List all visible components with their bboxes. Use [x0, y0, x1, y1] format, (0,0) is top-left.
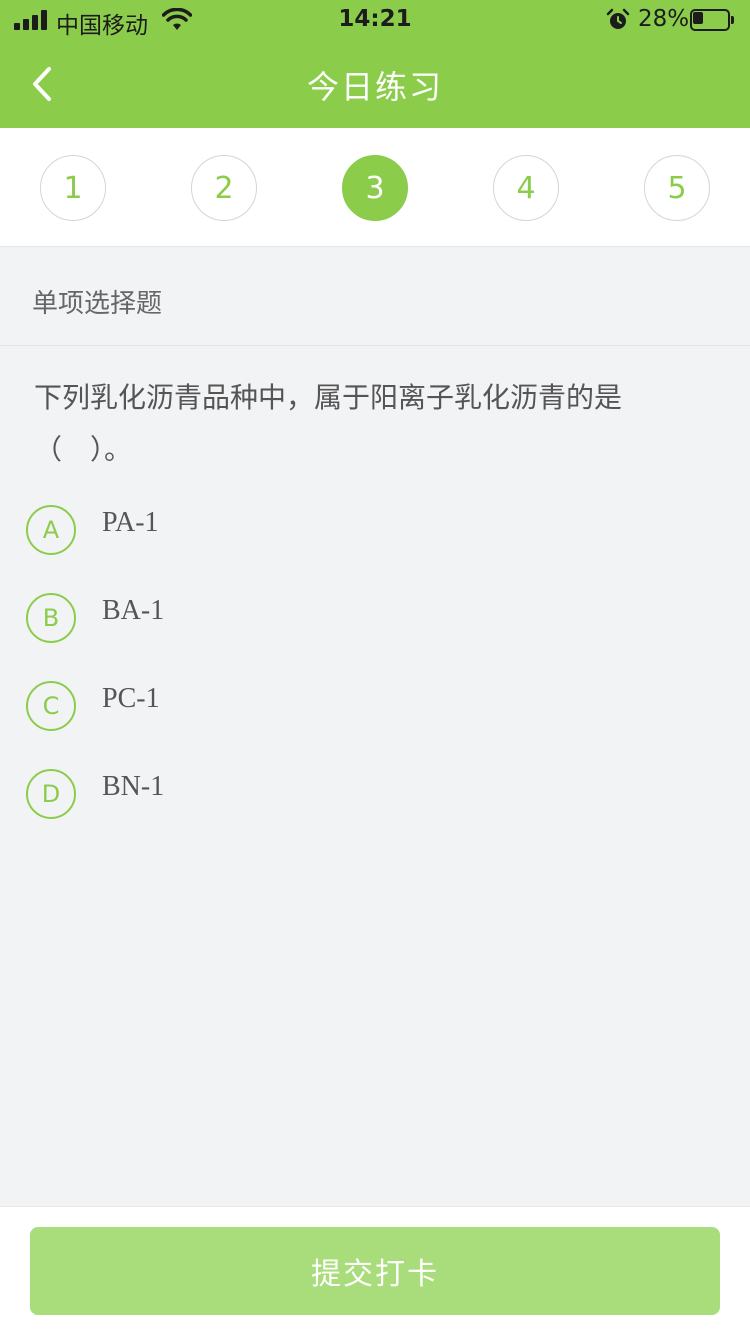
option-text: PC-1 [102, 683, 160, 714]
option-d[interactable]: D BN-1 [26, 769, 526, 823]
battery-icon [690, 9, 734, 31]
option-letter-circle: D [26, 769, 76, 819]
page-title: 今日练习 [306, 68, 443, 106]
option-c[interactable]: C PC-1 [26, 681, 526, 735]
nav-bar: 今日练习 [0, 40, 750, 128]
step-5[interactable]: 5 [644, 155, 710, 221]
submit-checkin-button[interactable]: 提交打卡 [30, 1227, 720, 1315]
option-text: PA-1 [102, 507, 159, 538]
question-type-bar: 单项选择题 [0, 247, 750, 346]
alarm-clock-icon [606, 8, 630, 29]
option-text: BN-1 [102, 771, 165, 802]
question-text: 下列乳化沥青品种中，属于阳离子乳化沥青的是（ ）。 [34, 381, 623, 466]
option-text: BA-1 [102, 595, 165, 626]
option-letter-circle: B [26, 593, 76, 643]
question-stepper: 1 2 3 4 5 [0, 128, 750, 247]
footer: 提交打卡 [0, 1206, 750, 1334]
option-letter-circle: C [26, 681, 76, 731]
step-2[interactable]: 2 [191, 155, 257, 221]
question-type-label: 单项选择题 [32, 289, 163, 319]
step-3[interactable]: 3 [342, 155, 408, 221]
option-b[interactable]: B BA-1 [26, 593, 526, 647]
status-bar: 中国移动 14:21 28% [0, 0, 750, 40]
header: 中国移动 14:21 28% 今日练习 [0, 0, 750, 128]
battery-percent: 28% [638, 6, 690, 32]
step-1[interactable]: 1 [40, 155, 106, 221]
option-a[interactable]: A PA-1 [26, 505, 526, 559]
option-letter-circle: A [26, 505, 76, 555]
step-4[interactable]: 4 [493, 155, 559, 221]
